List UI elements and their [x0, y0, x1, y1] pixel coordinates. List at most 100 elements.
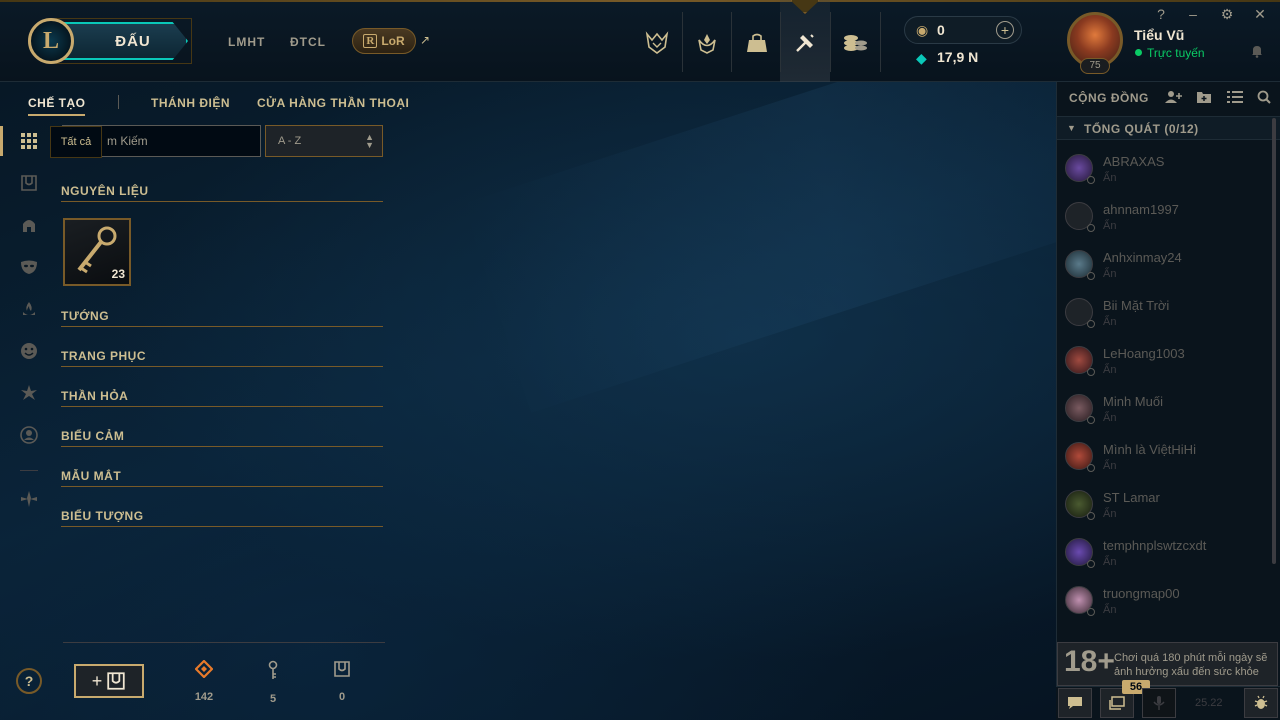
bug-report-icon[interactable] — [1244, 688, 1278, 718]
status-text[interactable]: Trực tuyến — [1147, 46, 1205, 60]
friend-item[interactable]: Mình là ViệtHiHi Ẩn — [1057, 436, 1280, 484]
filter-skin-mask-icon[interactable] — [16, 254, 42, 280]
social-scrollbar[interactable] — [1272, 118, 1276, 564]
help-button[interactable]: ? — [16, 668, 42, 694]
rail-active-indicator — [0, 126, 3, 156]
friend-name: Mình là ViệtHiHi — [1103, 442, 1196, 457]
friend-item[interactable]: ST Lamar Ẩn — [1057, 484, 1280, 532]
filter-ward-icon[interactable] — [16, 296, 42, 322]
friend-name: ahnnam1997 — [1103, 202, 1179, 217]
section-eyes[interactable]: MẪU MẮT — [61, 467, 383, 487]
help-icon[interactable]: ? — [1153, 6, 1169, 22]
friend-name: Bii Mặt Trời — [1103, 298, 1170, 313]
settings-gear-icon[interactable]: ⚙ — [1219, 6, 1235, 23]
nav-link-dtcl[interactable]: ĐTCL — [290, 35, 326, 49]
tab-clash-icon[interactable] — [684, 20, 730, 66]
tab-separator — [682, 12, 683, 72]
tab-collection-icon[interactable] — [734, 20, 780, 66]
friend-status-dot — [1087, 368, 1095, 376]
section-skins[interactable]: TRANG PHỤC — [61, 347, 383, 367]
sort-value: A - Z — [278, 135, 302, 147]
friend-status-dot — [1087, 608, 1095, 616]
friend-status: Ẩn — [1103, 556, 1117, 568]
friend-status: Ẩn — [1103, 172, 1117, 184]
friend-status: Ẩn — [1103, 364, 1117, 376]
filter-emote-icon[interactable] — [16, 338, 42, 364]
tab-store-icon[interactable] — [832, 20, 878, 66]
section-icons[interactable]: BIỂU TƯỢNG — [61, 507, 383, 527]
friend-group-header[interactable]: ▼ TỔNG QUÁT (0/12) — [1057, 116, 1280, 140]
age-rating-badge: 18+ — [1064, 645, 1115, 678]
friend-item[interactable]: Minh Muối Ẩn — [1057, 388, 1280, 436]
tab-mythic-shop[interactable]: CỬA HÀNG THẦN THOẠI — [257, 96, 409, 110]
filter-all-grid-icon[interactable] — [16, 128, 42, 154]
friend-item[interactable]: Bii Mặt Trời Ẩn — [1057, 292, 1280, 340]
loot-item-key-fragment[interactable]: 23 — [63, 218, 131, 286]
tab-separator — [880, 12, 881, 72]
rail-separator — [20, 470, 38, 471]
filter-eyes-icon[interactable] — [16, 380, 42, 406]
filter-chest-icon[interactable] — [16, 170, 42, 196]
add-friend-icon[interactable] — [1165, 90, 1183, 107]
search-icon[interactable] — [1257, 90, 1271, 107]
tooltip: Tất cả — [50, 126, 102, 158]
friend-name: LeHoang1003 — [1103, 346, 1185, 361]
chest-icon — [107, 672, 125, 690]
level-badge: 75 — [1080, 58, 1110, 74]
league-logo-icon[interactable]: L — [28, 18, 74, 64]
external-link-icon: ↗ — [420, 33, 431, 47]
friend-name: ABRAXAS — [1103, 154, 1165, 169]
orange-essence-icon — [194, 659, 214, 679]
lor-label: LoR — [381, 34, 405, 48]
filter-champion-helmet-icon[interactable] — [16, 212, 42, 238]
tab-loot-icon[interactable] — [782, 20, 828, 66]
top-bar: L ĐẤU LMHT ĐTCL R LoR ↗ ◉ 0 + ◆ 17,9 N 7… — [0, 0, 1280, 82]
tab-crafting-underline — [28, 114, 85, 116]
tab-sanctum[interactable]: THÁNH ĐIỆN — [151, 96, 230, 110]
friend-status-dot — [1087, 224, 1095, 232]
friend-item[interactable]: ABRAXAS Ẩn — [1057, 148, 1280, 196]
tab-separator — [830, 12, 831, 72]
lor-button[interactable]: R LoR — [352, 28, 416, 54]
filter-icon-portrait-icon[interactable] — [16, 422, 42, 448]
chests-value: 0 — [338, 691, 346, 703]
bottom-divider — [63, 642, 385, 643]
voice-mic-icon[interactable] — [1142, 688, 1176, 718]
section-wards[interactable]: THẦN HỎA — [61, 387, 383, 407]
sort-dropdown[interactable]: A - Z ▲ ▼ — [265, 125, 383, 157]
blue-essence-icon: ◆ — [916, 50, 927, 66]
top-gold-line — [0, 0, 1280, 2]
rp-coin-icon: ◉ — [916, 22, 929, 38]
close-icon[interactable]: ✕ — [1252, 6, 1268, 23]
minimize-icon[interactable]: – — [1185, 6, 1201, 22]
play-button[interactable]: ĐẤU — [60, 22, 188, 60]
list-view-icon[interactable] — [1227, 90, 1243, 107]
buy-rp-button[interactable]: + — [996, 21, 1014, 39]
friend-item[interactable]: Anhxinmay24 Ẩn — [1057, 244, 1280, 292]
filter-other-icon[interactable] — [16, 486, 42, 512]
friend-item[interactable]: ahnnam1997 Ẩn — [1057, 196, 1280, 244]
nav-link-lmht[interactable]: LMHT — [228, 35, 265, 49]
notification-bell-icon[interactable] — [1251, 44, 1263, 61]
friend-item[interactable]: temphnplswtzcxdt Ẩn — [1057, 532, 1280, 580]
friend-item[interactable]: LeHoang1003 Ẩn — [1057, 340, 1280, 388]
chat-icon[interactable] — [1058, 688, 1092, 718]
blue-essence-value: 17,9 N — [937, 49, 979, 65]
tab-separator — [780, 12, 781, 72]
friend-name: Minh Muối — [1103, 394, 1163, 409]
section-emotes[interactable]: BIỂU CẢM — [61, 427, 383, 447]
craft-chest-button[interactable]: + — [74, 664, 144, 698]
lor-logo-icon: R — [363, 34, 378, 48]
friend-item[interactable]: truongmap00 Ẩn — [1057, 580, 1280, 628]
add-folder-icon[interactable] — [1196, 90, 1212, 107]
friend-status: Ẩn — [1103, 220, 1117, 232]
friend-status: Ẩn — [1103, 460, 1117, 472]
chevron-down-icon: ▼ — [1067, 123, 1076, 133]
friend-status-dot — [1087, 176, 1095, 184]
tab-events-icon[interactable] — [634, 20, 680, 66]
chest-count-icon — [334, 661, 350, 677]
section-champions[interactable]: TƯỚNG — [61, 307, 383, 327]
section-materials[interactable]: NGUYÊN LIỆU — [61, 182, 383, 202]
summoner-name[interactable]: Tiểu Vũ — [1134, 27, 1184, 43]
tab-crafting[interactable]: CHẾ TẠO — [28, 96, 86, 110]
